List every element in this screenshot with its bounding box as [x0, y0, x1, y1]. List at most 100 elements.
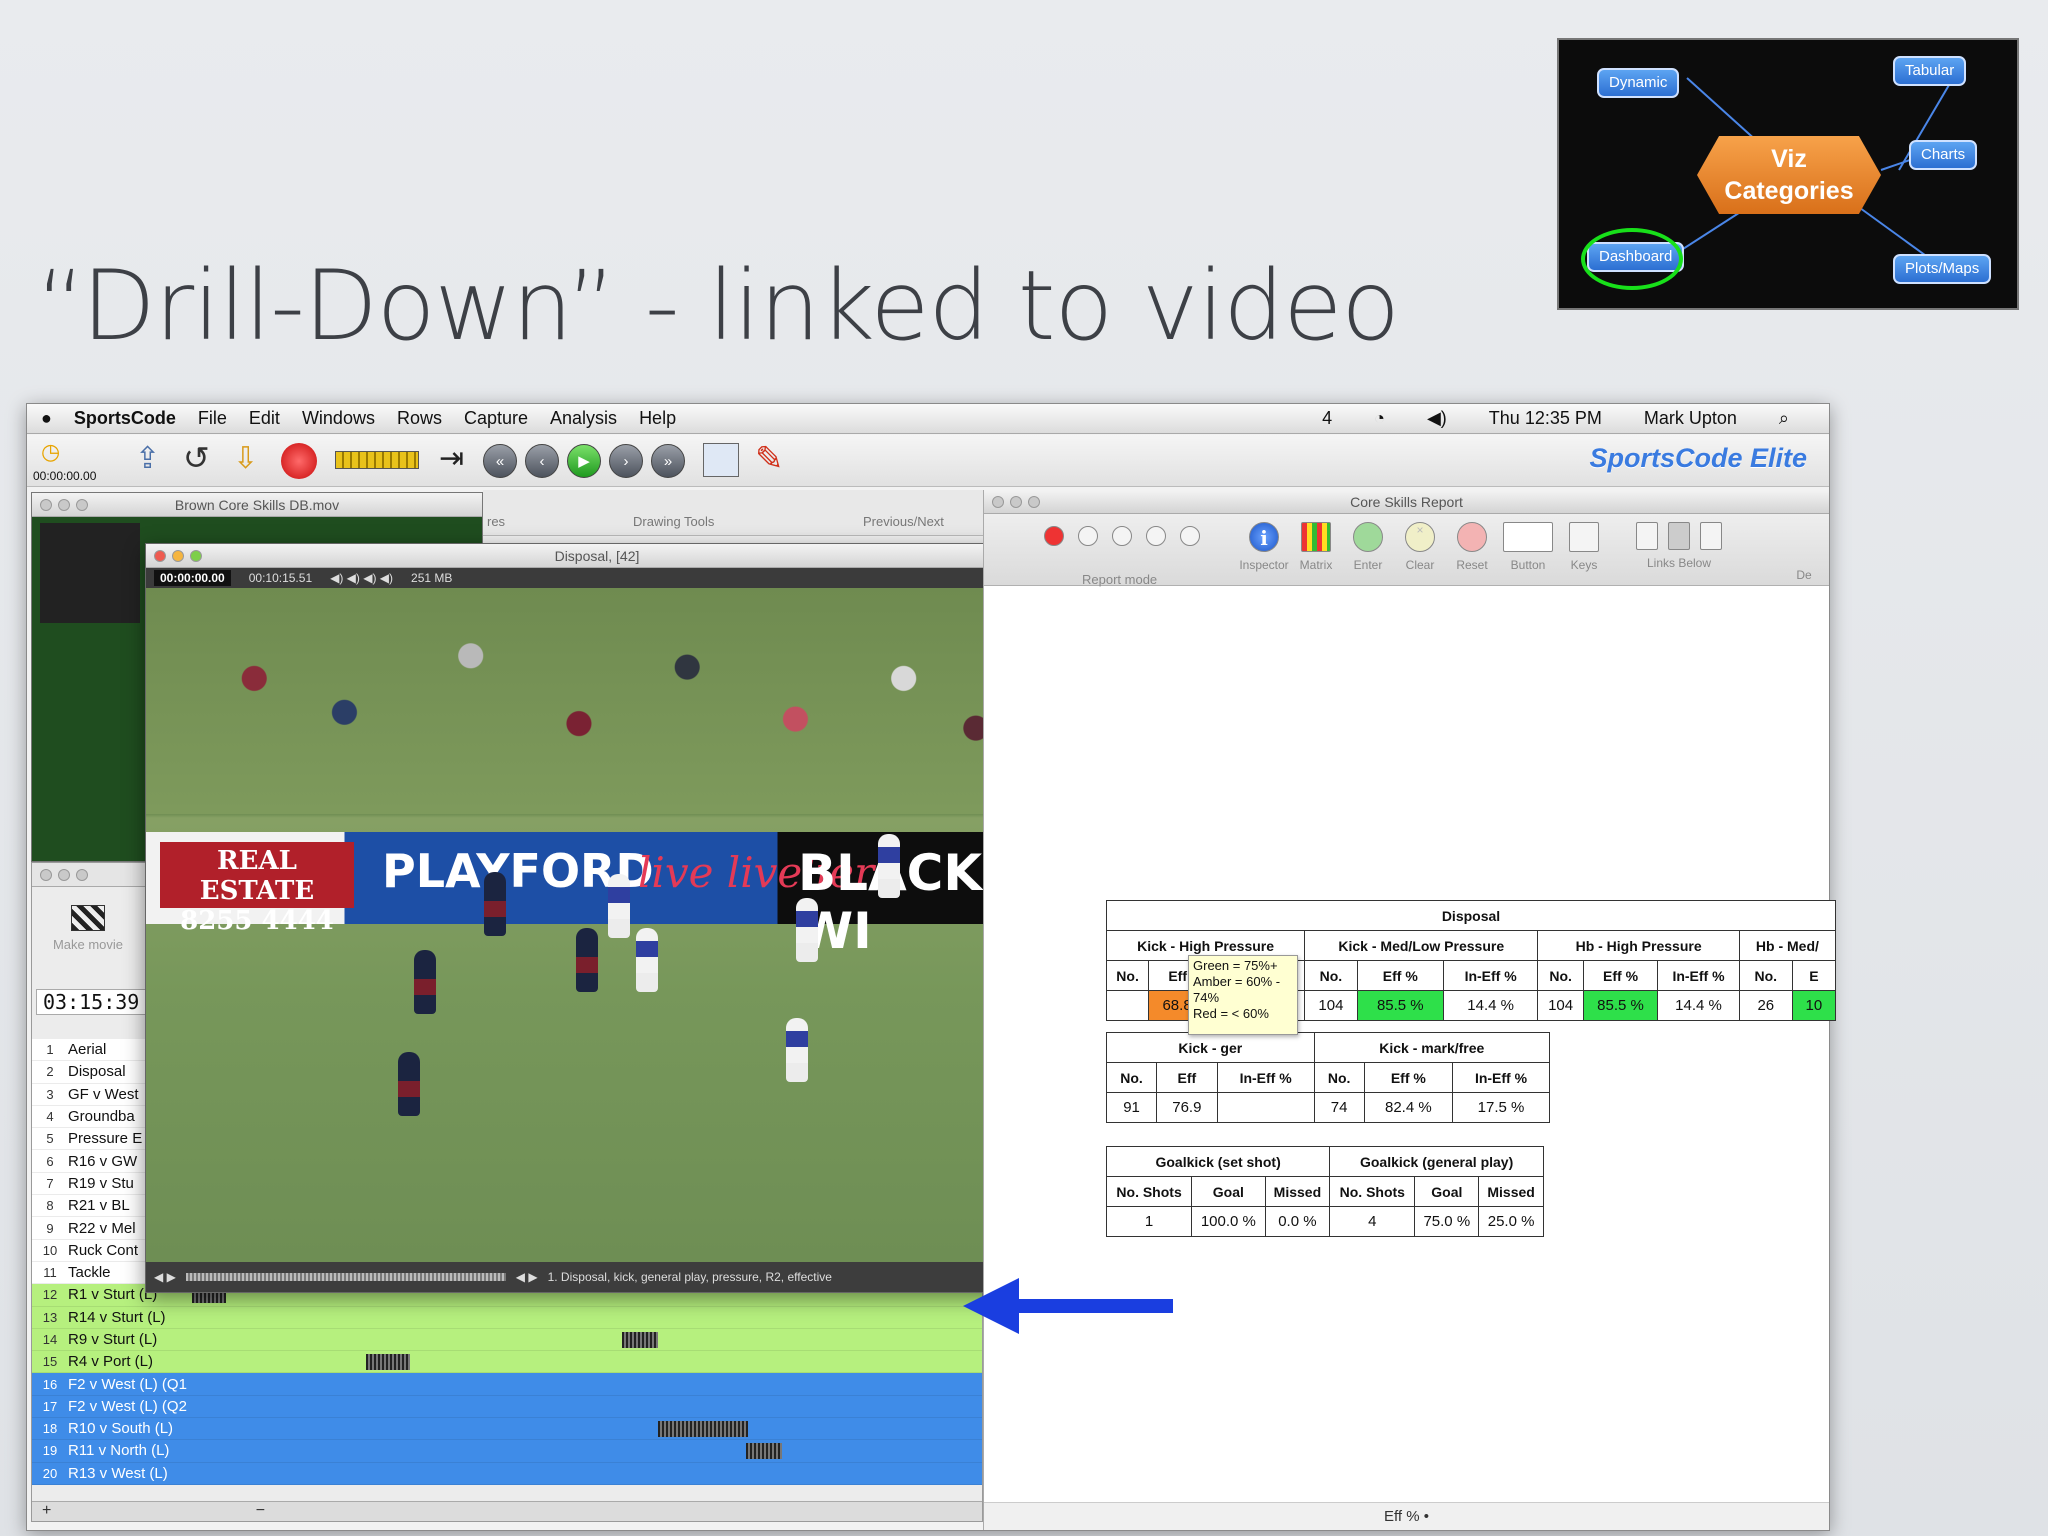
window-controls[interactable]: [40, 499, 88, 511]
table-cell[interactable]: 74: [1313, 1092, 1365, 1123]
table-cell[interactable]: 85.5 %: [1582, 990, 1659, 1021]
menu-rows[interactable]: Rows: [397, 408, 442, 429]
volume-icon[interactable]: ◀): [1427, 408, 1447, 429]
undo-icon[interactable]: ↺: [183, 439, 210, 477]
timeline-row[interactable]: 13 R14 v Sturt (L): [32, 1306, 982, 1329]
spotlight-search-icon[interactable]: ⌕: [1779, 408, 1789, 429]
menu-edit[interactable]: Edit: [249, 408, 280, 429]
timeline-clip[interactable]: [366, 1354, 410, 1371]
reset-button[interactable]: Reset: [1442, 522, 1502, 572]
menu-windows[interactable]: Windows: [302, 408, 375, 429]
export-icon[interactable]: ⇪: [135, 441, 160, 476]
scrub-back-icon[interactable]: ◀ ▶: [154, 1270, 176, 1284]
report-window-controls[interactable]: [992, 496, 1040, 508]
table-cell[interactable]: 75.0 %: [1414, 1206, 1480, 1237]
timeline-row[interactable]: 18 R10 v South (L): [32, 1418, 982, 1441]
table-cell[interactable]: 100.0 %: [1191, 1206, 1266, 1237]
zoom-out-button[interactable]: −: [256, 1502, 265, 1519]
video-window: Disposal, [42] 00:00:00.00 00:10:15.51 ◀…: [145, 543, 1049, 1293]
brand-logo: SportsCode Elite: [1589, 443, 1807, 473]
menubar-clock[interactable]: Thu 12:35 PM: [1489, 408, 1602, 429]
counter-icon[interactable]: [1078, 526, 1098, 546]
table-cell[interactable]: [1216, 1092, 1315, 1123]
record-mode-icon[interactable]: [1044, 526, 1064, 546]
timeline-clip[interactable]: [622, 1331, 658, 1348]
menu-help[interactable]: Help: [639, 408, 676, 429]
fast-forward-button[interactable]: »: [651, 444, 685, 478]
screen-capture-icon[interactable]: [703, 443, 739, 477]
links-below-button[interactable]: Links Below: [1624, 522, 1734, 570]
record-button[interactable]: [281, 443, 317, 479]
video-timecode: 00:00:00.00: [154, 570, 231, 586]
video-window-controls[interactable]: [154, 550, 202, 562]
table-cell[interactable]: 104: [1537, 990, 1584, 1021]
timeline-clip[interactable]: [658, 1421, 748, 1438]
keys-button[interactable]: Keys: [1554, 522, 1614, 572]
step-forward-button[interactable]: ›: [609, 444, 643, 478]
wifi-icon[interactable]: ◔: [1374, 408, 1385, 429]
level-meter: [335, 451, 419, 469]
step-back-button[interactable]: ‹: [525, 444, 559, 478]
play-button[interactable]: ▶: [567, 444, 601, 478]
table-cell[interactable]: 26: [1738, 990, 1793, 1021]
button-tool[interactable]: Button: [1498, 522, 1558, 572]
volume-controls-icon[interactable]: ◀) ◀) ◀) ◀): [330, 571, 393, 585]
table-cell[interactable]: 25.0 %: [1478, 1206, 1544, 1237]
clear-button[interactable]: × Clear: [1390, 522, 1450, 572]
menubar-user[interactable]: Mark Upton: [1644, 408, 1737, 429]
pen-icon[interactable]: ✎: [755, 439, 784, 479]
matrix-button[interactable]: Matrix: [1286, 522, 1346, 572]
timeline-clip[interactable]: [746, 1443, 782, 1460]
table-cell[interactable]: 82.4 %: [1363, 1092, 1454, 1123]
timeline-row[interactable]: 20 R13 v West (L): [32, 1462, 982, 1485]
clip-nav-icon[interactable]: ◀ ▶: [516, 1270, 538, 1284]
timeline-row[interactable]: 16 F2 v West (L) (Q1: [32, 1373, 982, 1396]
video-frame[interactable]: REAL ESTATE 8255 4444 PLAYFORD live live…: [146, 588, 1048, 1264]
table-cell[interactable]: 104: [1304, 990, 1358, 1021]
inspector-button[interactable]: i Inspector: [1234, 522, 1294, 572]
timeline-bottom-bar: + −: [32, 1501, 982, 1521]
table-cell[interactable]: 14.4 %: [1657, 990, 1740, 1021]
timeline-row[interactable]: 14 R9 v Sturt (L): [32, 1328, 982, 1352]
timeline-row[interactable]: 15 R4 v Port (L): [32, 1351, 982, 1374]
menu-capture[interactable]: Capture: [464, 408, 528, 429]
menu-analysis[interactable]: Analysis: [550, 408, 617, 429]
viz-center-line2: Categories: [1724, 177, 1854, 205]
scrub-track[interactable]: [185, 1273, 506, 1281]
import-icon[interactable]: ⇩: [233, 441, 258, 476]
menu-file[interactable]: File: [198, 408, 227, 429]
table-cell[interactable]: 85.5 %: [1356, 990, 1444, 1021]
table-cell[interactable]: 91: [1105, 1092, 1158, 1123]
player: [636, 928, 658, 992]
group-header: Kick - mark/free: [1313, 1032, 1551, 1063]
clear-icon: ×: [1405, 522, 1435, 552]
timeline-row[interactable]: 17 F2 v West (L) (Q2: [32, 1395, 982, 1419]
table-cell[interactable]: 0.0 %: [1264, 1206, 1331, 1237]
apple-icon[interactable]: ●: [41, 408, 52, 429]
table-cell[interactable]: 76.9: [1156, 1092, 1218, 1123]
reset-label: Reset: [1456, 558, 1488, 572]
add-row-button[interactable]: +: [42, 1502, 51, 1519]
table-cell[interactable]: 17.5 %: [1452, 1092, 1550, 1123]
page-icon[interactable]: [1146, 526, 1166, 546]
table-cell[interactable]: 1: [1105, 1206, 1193, 1237]
enter-button[interactable]: Enter: [1338, 522, 1398, 572]
keys-icon: [1569, 522, 1599, 552]
menu-app-name[interactable]: SportsCode: [74, 408, 176, 429]
table-cell[interactable]: [1105, 990, 1150, 1021]
rewind-button[interactable]: «: [483, 444, 517, 478]
tooltip-line: Red = < 60%: [1193, 1006, 1269, 1021]
timeline-row[interactable]: 19 R11 v North (L): [32, 1440, 982, 1463]
table-cell[interactable]: 10: [1791, 990, 1837, 1021]
stopwatch-icon[interactable]: ◷: [41, 439, 60, 465]
player: [796, 898, 818, 962]
make-movie-button[interactable]: Make movie: [40, 905, 136, 952]
row-label: F2 v West (L) (Q2: [68, 1397, 187, 1415]
jump-to-end-icon[interactable]: ⇥: [439, 441, 464, 476]
edit-pencil-icon[interactable]: [1180, 526, 1200, 546]
battery-status[interactable]: 4: [1322, 408, 1332, 429]
table-cell[interactable]: 4: [1329, 1206, 1416, 1237]
folder-icon[interactable]: [1112, 526, 1132, 546]
timeline-window-controls[interactable]: [40, 869, 88, 881]
table-cell[interactable]: 14.4 %: [1442, 990, 1539, 1021]
